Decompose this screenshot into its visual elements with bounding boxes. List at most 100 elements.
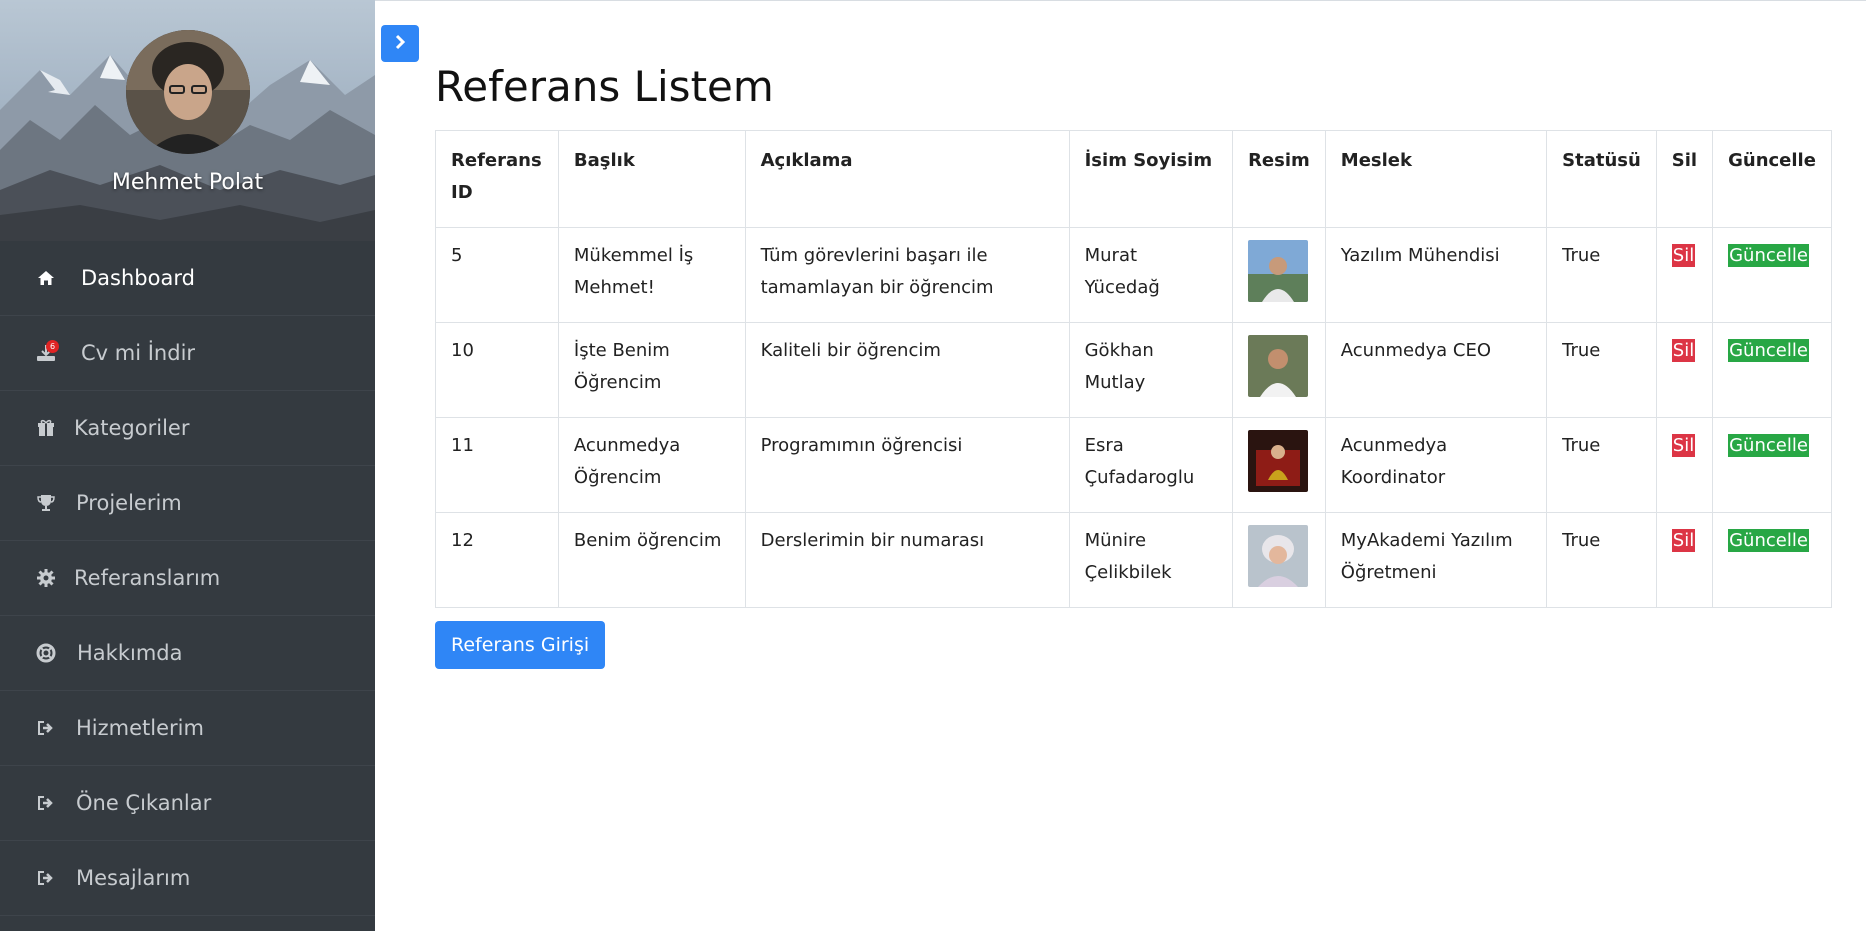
cell-job: Acunmedya CEO [1324,322,1548,418]
sidebar-item-mesajlarim[interactable]: Mesajlarım [0,841,375,916]
cell-status: True [1546,322,1657,418]
sidebar-item-cv-indir[interactable]: 6 Cv mi İndir [0,316,375,391]
column-header: Meslek [1324,130,1548,228]
cell-job: Acunmedya Koordinator [1324,417,1548,513]
sidebar-item-label: Öne Çıkanlar [76,791,212,815]
update-button[interactable]: Güncelle [1728,339,1809,362]
column-header: Statüsü [1546,130,1657,228]
profile-name: Mehmet Polat [111,170,264,195]
sidebar-item-label: Hakkımda [77,641,183,665]
sidebar-item-hakkimda[interactable]: Hakkımda [0,616,375,691]
cell-id: 10 [435,322,559,418]
page-title: Referans Listem [435,62,774,111]
home-icon [36,268,56,288]
cell-title: İşte Benim Öğrencim [557,322,746,418]
update-button[interactable]: Güncelle [1728,244,1809,267]
gear-icon [36,568,56,588]
sidebar-item-referanslarim[interactable]: Referanslarım [0,541,375,616]
cell-id: 12 [435,512,559,608]
avatar [126,30,250,154]
cell-title: Acunmedya Öğrencim [557,417,746,513]
chevron-right-icon [393,34,407,54]
sidebar-item-dashboard[interactable]: Dashboard [0,241,375,316]
cell-update: Güncelle [1712,322,1832,418]
gift-icon [36,418,56,438]
sidebar-item-label: Kategoriler [74,416,190,440]
column-header: Açıklama [744,130,1070,228]
add-reference-button[interactable]: Referans Girişi [435,621,606,669]
cell-image [1232,322,1326,418]
cell-name: Esra Çufadaroglu [1068,417,1234,513]
top-divider [375,0,1866,1]
reference-photo [1248,240,1309,302]
delete-button[interactable]: Sil [1671,339,1696,362]
sidebar-item-label: Hizmetlerim [76,716,204,740]
delete-button[interactable]: Sil [1671,529,1696,552]
cell-job: MyAkademi Yazılım Öğretmeni [1324,512,1548,608]
sidebar-item-kategoriler[interactable]: Kategoriler [0,391,375,466]
cell-delete: Sil [1655,417,1714,513]
cell-update: Güncelle [1712,512,1832,608]
cell-title: Benim öğrencim [557,512,746,608]
cell-name: Murat Yücedağ [1068,227,1234,323]
life-ring-icon [36,643,56,663]
sidebar-item-label: Cv mi İndir [81,341,196,365]
cell-image [1232,417,1326,513]
sidebar-item-projelerim[interactable]: Projelerim [0,466,375,541]
cell-title: Mükemmel İş Mehmet! [557,227,746,323]
reference-photo [1248,525,1309,587]
sidebar-item-one-cikanlar[interactable]: Öne Çıkanlar [0,766,375,841]
column-header: İsim Soyisim [1068,130,1234,228]
column-header: Güncelle [1712,130,1832,228]
cell-delete: Sil [1655,322,1714,418]
table-row: 5 Mükemmel İş Mehmet! Tüm görevlerini ba… [435,227,1832,323]
table-header-row: Referans ID Başlık Açıklama İsim Soyisim… [435,130,1832,228]
sidebar-item-label: Projelerim [76,491,182,515]
cell-name: Münire Çelikbilek [1068,512,1234,608]
update-button[interactable]: Güncelle [1728,434,1809,457]
table-row: 12 Benim öğrencim Derslerimin bir numara… [435,512,1832,608]
trophy-icon [36,493,56,513]
column-header: Başlık [557,130,746,228]
sidebar-item-label: Mesajlarım [76,866,191,890]
cell-status: True [1546,227,1657,323]
sidebar-item-hizmetlerim[interactable]: Hizmetlerim [0,691,375,766]
profile-header: Mehmet Polat [0,0,375,241]
reference-table: Referans ID Başlık Açıklama İsim Soyisim… [435,130,1832,608]
cell-name: Gökhan Mutlay [1068,322,1234,418]
sidebar: Mehmet Polat Dashboard 6 Cv mi İndir Kat… [0,0,375,931]
sidebar-menu: Dashboard 6 Cv mi İndir Kategoriler Proj… [0,241,375,916]
cell-description: Derslerimin bir numarası [744,512,1070,608]
table-row: 10 İşte Benim Öğrencim Kaliteli bir öğre… [435,322,1832,418]
cell-image [1232,512,1326,608]
cell-update: Güncelle [1712,227,1832,323]
cell-id: 11 [435,417,559,513]
cell-delete: Sil [1655,227,1714,323]
cell-status: True [1546,417,1657,513]
update-button[interactable]: Güncelle [1728,529,1809,552]
column-header: Referans ID [435,130,559,228]
delete-button[interactable]: Sil [1671,244,1696,267]
cell-job: Yazılım Mühendisi [1324,227,1548,323]
sidebar-item-label: Referanslarım [74,566,221,590]
column-header: Resim [1232,130,1326,228]
cell-image [1232,227,1326,323]
table-row: 11 Acunmedya Öğrencim Programımın öğrenc… [435,417,1832,513]
reference-photo [1248,430,1309,492]
sign-out-icon [36,718,56,738]
cell-description: Tüm görevlerini başarı ile tamamlayan bi… [744,227,1070,323]
cell-description: Programımın öğrencisi [744,417,1070,513]
notification-badge: 6 [46,340,59,353]
delete-button[interactable]: Sil [1671,434,1696,457]
reference-photo [1248,335,1309,397]
cell-delete: Sil [1655,512,1714,608]
cell-update: Güncelle [1712,417,1832,513]
sidebar-item-label: Dashboard [81,266,195,290]
sidebar-toggle-button[interactable] [381,25,419,62]
cell-status: True [1546,512,1657,608]
cell-description: Kaliteli bir öğrencim [744,322,1070,418]
sign-out-icon [36,868,56,888]
column-header: Sil [1655,130,1714,228]
cell-id: 5 [435,227,559,323]
sign-out-icon [36,793,56,813]
